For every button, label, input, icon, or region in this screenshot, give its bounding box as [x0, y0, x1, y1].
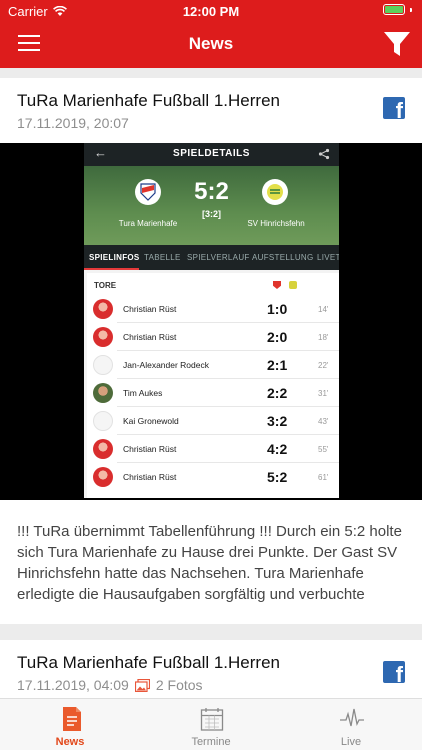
battery-tip — [410, 7, 412, 12]
status-time: 12:00 PM — [182, 4, 240, 19]
player-avatar — [93, 355, 113, 375]
goal-row: Kai Gronewold 3:2 43' — [87, 407, 339, 435]
goal-score: 2:1 — [267, 357, 288, 373]
news-feed[interactable]: TuRa Marienhafe Fußball 1.Herren 17.11.2… — [0, 68, 422, 698]
navigation-bar: News — [0, 22, 422, 68]
news-icon — [63, 707, 81, 731]
battery-level-fill — [385, 6, 403, 13]
news-card-date: 17.11.2019, 04:09 2 Fotos — [17, 677, 203, 693]
goal-score: 3:2 — [267, 413, 288, 429]
news-card[interactable]: TuRa Marienhafe Fußball 1.Herren 17.11.2… — [0, 78, 422, 624]
goals-heading: TORE — [94, 281, 117, 290]
goal-scorer: Tim Aukes — [123, 388, 163, 398]
final-score: 5:2 — [194, 178, 229, 205]
screenshot-header: ← SPIELDETAILS — [84, 143, 339, 166]
news-card-title: TuRa Marienhafe Fußball 1.Herren — [17, 91, 280, 110]
tab-live-label: Live — [340, 736, 362, 748]
app-screen: Carrier 12:00 PM News TuRa Marienhafe Fu… — [0, 0, 422, 750]
halftime-score: [3:2] — [201, 209, 221, 219]
news-card-timestamp: 17.11.2019, 04:09 — [17, 677, 129, 693]
tab-aufstellung: AUFSTELLUNG — [252, 253, 314, 262]
goal-minute: 55' — [318, 445, 329, 454]
goal-scorer: Jan-Alexander Rodeck — [123, 360, 209, 370]
goal-minute: 31' — [318, 389, 329, 398]
player-avatar — [93, 411, 113, 431]
news-card-date: 17.11.2019, 20:07 — [17, 115, 129, 131]
scoreboard: 5:2 [3:2] Tura Marienhafe SV Hinrichsfeh… — [84, 166, 339, 245]
goal-scorer: Kai Gronewold — [123, 416, 179, 426]
goal-row: Christian Rüst 4:2 55' — [87, 435, 339, 463]
facebook-icon[interactable]: f — [383, 661, 405, 683]
battery-indicator — [383, 4, 412, 15]
goal-minute: 61' — [318, 473, 329, 482]
news-card-image[interactable]: ← SPIELDETAILS 5:2 [3:2] Tura Marienhafe… — [0, 143, 422, 500]
tab-spielverlauf: SPIELVERLAUF — [187, 253, 250, 262]
goal-score: 4:2 — [267, 441, 288, 457]
photo-count: 2 Fotos — [155, 677, 203, 693]
home-mini-crest-icon — [273, 281, 281, 289]
screenshot-tabs: SPIELINFOS TABELLE SPIELVERLAUF AUFSTELL… — [84, 245, 339, 270]
goal-score: 1:0 — [267, 301, 288, 317]
goal-row: Christian Rüst 2:0 18' — [87, 323, 339, 351]
goal-score: 5:2 — [267, 469, 288, 485]
tab-tabelle: TABELLE — [144, 253, 181, 262]
away-team-crest-icon — [262, 179, 288, 205]
away-team-name: SV Hinrichsfehn — [247, 219, 305, 228]
goal-row: Tim Aukes 2:2 31' — [87, 379, 339, 407]
news-card-timestamp: 17.11.2019, 20:07 — [17, 115, 129, 131]
battery-icon — [383, 4, 405, 15]
tab-news[interactable]: News — [0, 699, 140, 750]
app-header: Carrier 12:00 PM News — [0, 0, 422, 68]
funnel-filter-icon[interactable] — [382, 29, 412, 59]
home-team-name: Tura Marienhafe — [118, 219, 178, 228]
goal-scorer: Christian Rüst — [123, 472, 177, 482]
player-avatar — [93, 299, 113, 319]
player-avatar — [93, 327, 113, 347]
goal-scorer: Christian Rüst — [123, 444, 177, 454]
status-bar: Carrier 12:00 PM — [0, 0, 422, 22]
goals-section: TORE Christian Rüst 1:0 14' Christian Rü… — [84, 270, 339, 498]
goal-scorer: Christian Rüst — [123, 332, 177, 342]
goal-score: 2:0 — [267, 329, 288, 345]
goal-scorer: Christian Rüst — [123, 304, 177, 314]
page-title: News — [188, 34, 234, 53]
tab-live[interactable]: Live — [281, 699, 421, 750]
news-card-excerpt: !!! TuRa übernimmt Tabellenführung !!! D… — [17, 523, 402, 603]
goals-list: TORE Christian Rüst 1:0 14' Christian Rü… — [87, 273, 339, 498]
goal-row: Christian Rüst 1:0 14' — [87, 295, 339, 323]
share-icon — [318, 148, 330, 160]
photos-icon — [134, 678, 150, 692]
facebook-icon[interactable]: f — [383, 97, 405, 119]
goal-minute: 14' — [318, 305, 329, 314]
player-avatar — [93, 467, 113, 487]
goal-row: Jan-Alexander Rodeck 2:1 22' — [87, 351, 339, 379]
player-avatar — [93, 383, 113, 403]
away-mini-crest-icon — [289, 281, 297, 289]
screenshot-title: SPIELDETAILS — [173, 148, 250, 159]
goal-minute: 18' — [318, 333, 329, 342]
player-avatar — [93, 439, 113, 459]
tab-spielinfos: SPIELINFOS — [89, 253, 140, 262]
goal-row: Christian Rüst 5:2 61' — [87, 463, 339, 491]
tab-termine-label: Termine — [191, 736, 231, 748]
news-card-title: TuRa Marienhafe Fußball 1.Herren — [17, 653, 280, 672]
calendar-icon — [200, 708, 224, 731]
tab-liveticker: LIVETI — [317, 253, 339, 262]
tab-termine[interactable]: Termine — [141, 699, 281, 750]
goal-score: 2:2 — [267, 385, 288, 401]
goal-minute: 43' — [318, 417, 329, 426]
news-card[interactable]: TuRa Marienhafe Fußball 1.Herren 17.11.2… — [0, 640, 422, 698]
match-screenshot: ← SPIELDETAILS 5:2 [3:2] Tura Marienhafe… — [84, 143, 339, 498]
live-pulse-icon — [340, 708, 364, 727]
tab-news-label: News — [55, 736, 85, 748]
bottom-tab-bar: News Termine Live — [0, 698, 422, 750]
goal-minute: 22' — [318, 361, 329, 370]
